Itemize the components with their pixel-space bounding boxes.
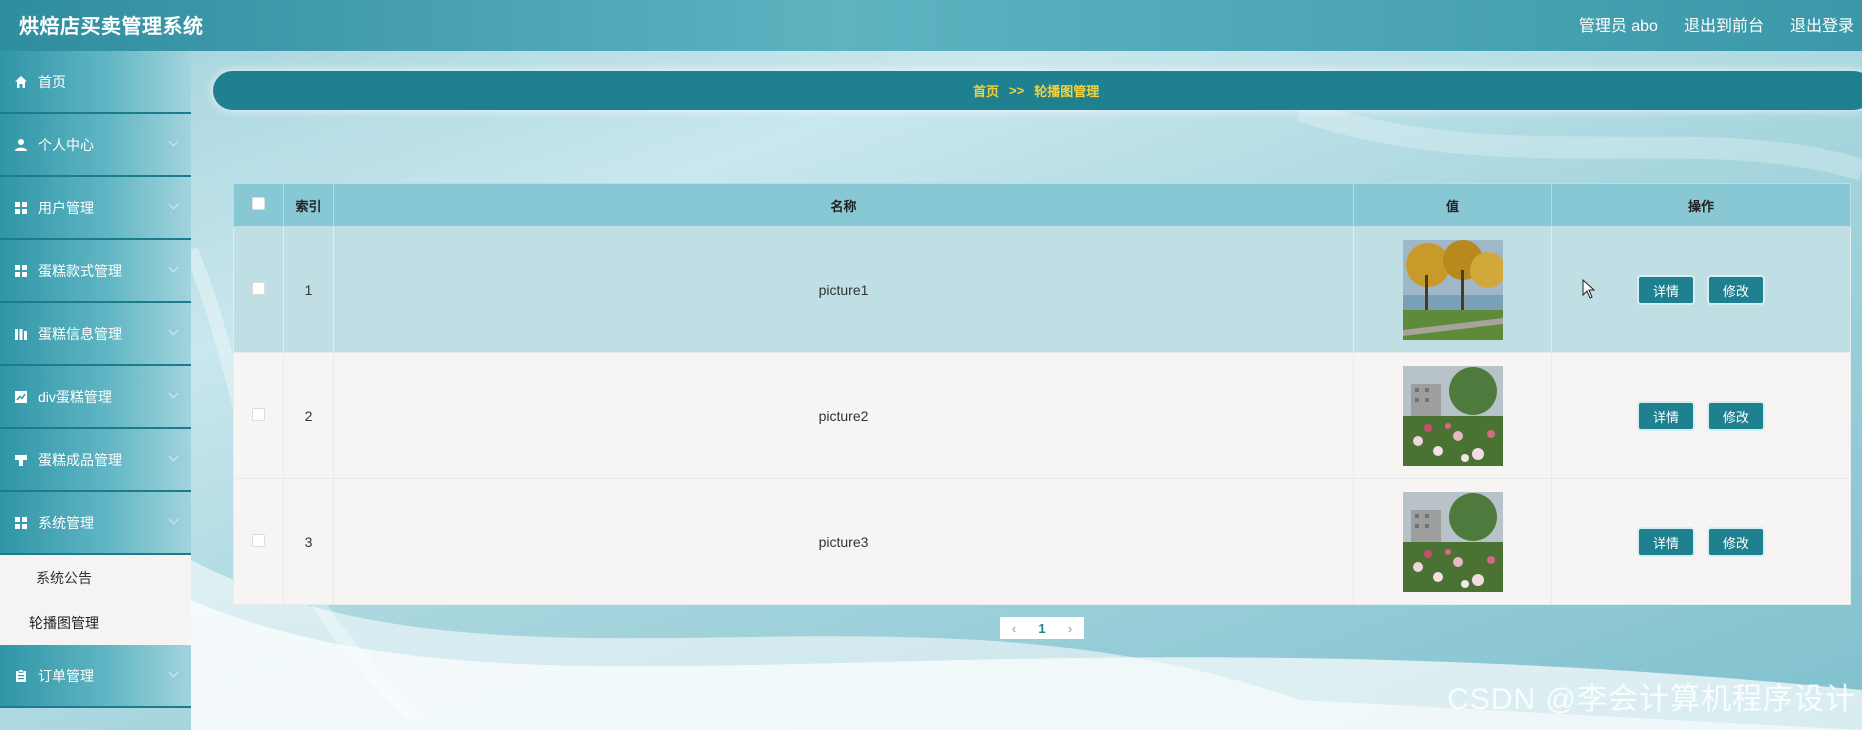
select-all-checkbox[interactable] [252,197,265,210]
app-title: 烘焙店买卖管理系统 [19,16,204,38]
sidebar-item-label: 用户管理 [38,199,94,216]
edit-button[interactable]: 修改 [1706,400,1765,431]
system-submenu: 系统公告 轮播图管理 [0,555,191,645]
chevron-down-icon [168,136,179,147]
mouse-cursor-icon [1582,279,1596,299]
user-icon [14,138,28,152]
grid-icon [14,201,28,215]
autumn-trees-thumbnail[interactable] [1402,239,1503,340]
row-index: 3 [283,478,334,605]
detail-button[interactable]: 详情 [1637,400,1696,431]
sidebar-item-label: 首页 [38,73,66,90]
sidebar-item-label: 系统管理 [38,514,94,531]
sidebar-item-home[interactable]: 首页 [0,51,191,114]
grid-icon [14,264,28,278]
grid-icon [14,516,28,530]
top-header: 烘焙店买卖管理系统 管理员 abo 退出到前台 退出登录 [0,0,1862,51]
row-checkbox[interactable] [252,407,265,421]
chevron-down-icon [168,325,179,336]
row-index: 1 [283,226,334,353]
row-index: 2 [283,352,334,479]
table-row: 2 picture2 详情 修改 [233,352,1851,479]
next-page-button[interactable]: › [1056,617,1084,639]
sidebar: 首页 个人中心 用户管理 蛋糕款式管理 蛋糕信息管理 div蛋糕管理 蛋糕成品管… [0,51,191,730]
table-row: 1 picture1 详情 修改 [233,226,1851,353]
sidebar-item-users[interactable]: 用户管理 [0,177,191,240]
sidebar-item-div-cake[interactable]: div蛋糕管理 [0,366,191,429]
chevron-down-icon [168,451,179,462]
sidebar-item-orders[interactable]: 订单管理 [0,645,191,708]
edit-button[interactable]: 修改 [1706,526,1765,557]
breadcrumb-current: 轮播图管理 [1034,84,1100,99]
exit-to-front-link[interactable]: 退出到前台 [1684,12,1764,36]
sidebar-item-system[interactable]: 系统管理 [0,492,191,555]
sidebar-item-label: 个人中心 [38,136,94,153]
sidebar-item-label: 蛋糕款式管理 [38,262,122,279]
column-header-index: 索引 [283,183,334,227]
sidebar-item-label: 蛋糕成品管理 [38,451,122,468]
chevron-down-icon [168,199,179,210]
prev-page-button[interactable]: ‹ [1000,617,1028,639]
bars-icon [14,327,28,341]
admin-user-label: 管理员 abo [1578,18,1658,35]
detail-button[interactable]: 详情 [1637,274,1696,305]
row-checkbox[interactable] [252,533,265,547]
home-icon [14,75,28,89]
pagination: ‹ 1 › [1000,617,1084,639]
detail-button[interactable]: 详情 [1637,526,1696,557]
row-name: picture2 [333,352,1354,479]
chevron-down-icon [168,667,179,678]
breadcrumb-separator: >> [1009,83,1025,98]
table-row: 3 picture3 详情 修改 [233,478,1851,605]
flag-icon [14,453,28,467]
sidebar-item-label: 订单管理 [38,667,94,684]
chart-icon [14,390,28,404]
breadcrumb-home[interactable]: 首页 [973,81,999,100]
watermark: CSDN @李会计算机程序设计 [1447,683,1856,716]
row-name: picture3 [333,478,1354,605]
logout-link[interactable]: 退出登录 [1790,12,1854,36]
clipboard-icon [14,668,28,683]
sidebar-item-label: 蛋糕信息管理 [38,325,122,342]
row-name: picture1 [333,226,1354,353]
sidebar-item-profile[interactable]: 个人中心 [0,114,191,177]
chevron-down-icon [168,262,179,273]
table-header-row: 索引 名称 值 操作 [233,183,1851,227]
column-header-actions: 操作 [1551,183,1851,227]
select-all-cell [233,183,284,227]
sidebar-item-cake-styles[interactable]: 蛋糕款式管理 [0,240,191,303]
sidebar-subitem-carousel[interactable]: 轮播图管理 [0,600,191,645]
chevron-down-icon [168,514,179,525]
carousel-table: 索引 名称 值 操作 1 picture1 详情 修改 2 picture2 详… [233,183,1851,605]
chevron-down-icon [168,388,179,399]
column-header-value: 值 [1353,183,1552,227]
sidebar-item-label: div蛋糕管理 [38,388,112,405]
sidebar-item-cake-products[interactable]: 蛋糕成品管理 [0,429,191,492]
roses-garden-thumbnail[interactable] [1402,365,1503,466]
sidebar-item-cake-info[interactable]: 蛋糕信息管理 [0,303,191,366]
breadcrumb: 首页 >> 轮播图管理 [213,71,1862,110]
edit-button[interactable]: 修改 [1706,274,1765,305]
page-number-button[interactable]: 1 [1028,617,1056,639]
header-actions: 管理员 abo 退出到前台 退出登录 [1579,12,1854,36]
roses-garden-thumbnail[interactable] [1402,491,1503,592]
sidebar-subitem-announcements[interactable]: 系统公告 [0,555,191,600]
column-header-name: 名称 [333,183,1354,227]
row-checkbox[interactable] [252,281,265,295]
